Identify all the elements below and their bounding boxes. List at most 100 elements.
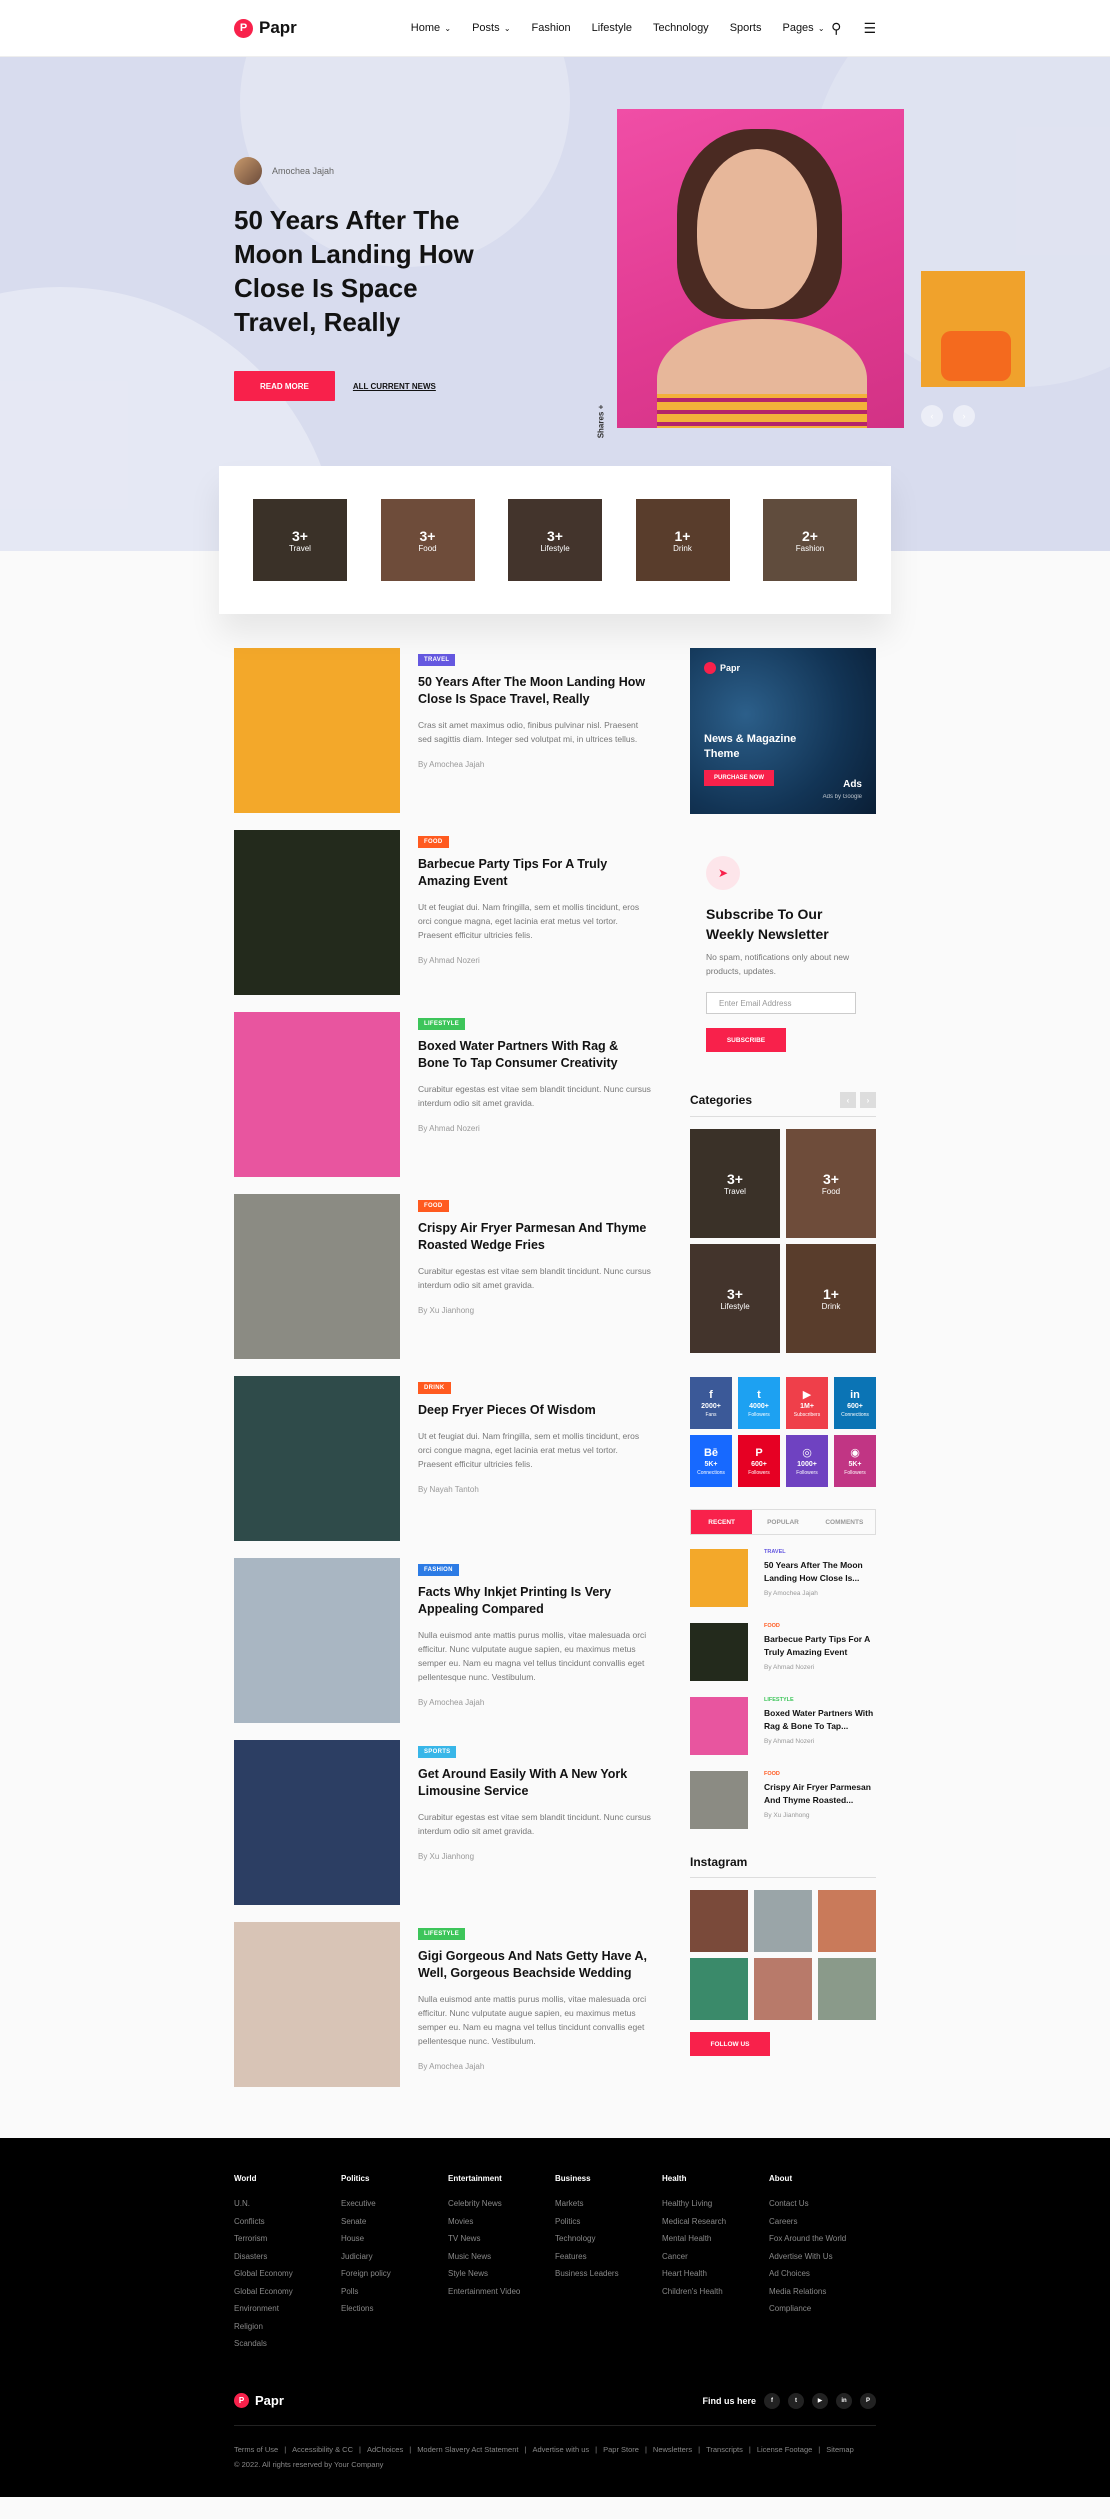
post-thumbnail[interactable] [234, 1376, 400, 1541]
social-counter[interactable]: ▶ 1M+ Subscribers [786, 1377, 828, 1429]
nav-item-sports[interactable]: Sports [730, 22, 762, 34]
slider-next-button[interactable]: › [953, 405, 975, 427]
footer-link[interactable]: Compliance [769, 2300, 876, 2318]
category-card-drink[interactable]: 1+ Drink [635, 499, 730, 581]
category-badge[interactable]: LIFESTYLE [418, 1018, 466, 1030]
tab-comments[interactable]: COMMENTS [814, 1510, 875, 1534]
footer-link[interactable]: Medical Research [662, 2213, 769, 2231]
slider-prev-button[interactable]: ‹ [921, 405, 943, 427]
instagram-photo[interactable] [754, 1958, 812, 2020]
sidebar-category-food[interactable]: 3+ Food [786, 1129, 876, 1238]
instagram-photo[interactable] [754, 1890, 812, 1952]
footer-link[interactable]: Foreign policy [341, 2265, 448, 2283]
instagram-photo[interactable] [690, 1890, 748, 1952]
footer-link[interactable]: Celebrity News [448, 2195, 555, 2213]
footer-bottom-link[interactable]: Newsletters [653, 2445, 692, 2454]
footer-link[interactable]: Movies [448, 2213, 555, 2231]
post-thumbnail[interactable] [234, 830, 400, 995]
footer-link[interactable]: Conflicts [234, 2213, 341, 2231]
email-field[interactable]: Enter Email Address [706, 992, 856, 1014]
post-title[interactable]: Get Around Easily With A New York Limous… [418, 1766, 652, 1800]
category-badge[interactable]: SPORTS [418, 1746, 457, 1758]
purchase-button[interactable]: PURCHASE NOW [704, 770, 775, 786]
social-counter[interactable]: t 4000+ Followers [738, 1377, 780, 1429]
footer-bottom-link[interactable]: Papr Store [603, 2445, 639, 2454]
post-thumbnail[interactable] [234, 1558, 400, 1723]
pinterest-icon[interactable]: P [860, 2392, 876, 2409]
post-title[interactable]: Gigi Gorgeous And Nats Getty Have A, Wel… [418, 1948, 652, 1982]
footer-bottom-link[interactable]: Transcripts [706, 2445, 743, 2454]
recent-author[interactable]: By Ahmad Nozeri [764, 1664, 876, 1671]
sidebar-category-travel[interactable]: 3+ Travel [690, 1129, 780, 1238]
footer-bottom-link[interactable]: Sitemap [826, 2445, 854, 2454]
footer-bottom-link[interactable]: AdChoices [367, 2445, 403, 2454]
menu-icon[interactable]: ☰ [863, 20, 876, 37]
footer-link[interactable]: U.N. [234, 2195, 341, 2213]
post-author[interactable]: By Amochea Jajah [418, 1698, 652, 1707]
footer-link[interactable]: Judiciary [341, 2248, 448, 2266]
category-badge[interactable]: DRINK [418, 1382, 451, 1394]
instagram-photo[interactable] [690, 1958, 748, 2020]
recent-thumbnail[interactable] [690, 1697, 748, 1755]
footer-link[interactable]: Technology [555, 2230, 662, 2248]
footer-link[interactable]: TV News [448, 2230, 555, 2248]
recent-author[interactable]: By Amochea Jajah [764, 1590, 876, 1597]
hero-title[interactable]: 50 Years After The Moon Landing How Clos… [234, 203, 494, 339]
category-badge[interactable]: LIFESTYLE [418, 1928, 466, 1940]
instagram-photo[interactable] [818, 1890, 876, 1952]
footer-link[interactable]: Fox Around the World [769, 2230, 876, 2248]
footer-link[interactable]: Global Economy [234, 2265, 341, 2283]
category-badge[interactable]: FASHION [418, 1564, 459, 1576]
post-author[interactable]: By Xu Jianhong [418, 1306, 652, 1315]
post-thumbnail[interactable] [234, 1012, 400, 1177]
category-badge[interactable]: FOOD [418, 836, 449, 848]
recent-title[interactable]: Crispy Air Fryer Parmesan And Thyme Roas… [764, 1781, 876, 1807]
linkedin-icon[interactable]: in [836, 2392, 852, 2409]
recent-category[interactable]: TRAVEL [764, 1549, 876, 1555]
recent-thumbnail[interactable] [690, 1771, 748, 1829]
ad-banner[interactable]: Papr News & Magazine Theme PURCHASE NOW … [690, 648, 876, 814]
category-badge[interactable]: FOOD [418, 1200, 449, 1212]
instagram-photo[interactable] [818, 1958, 876, 2020]
footer-bottom-link[interactable]: Accessibility & CC [292, 2445, 353, 2454]
category-card-lifestyle[interactable]: 3+ Lifestyle [508, 499, 602, 581]
footer-link[interactable]: Ad Choices [769, 2265, 876, 2283]
footer-link[interactable]: Features [555, 2248, 662, 2266]
social-counter[interactable]: in 600+ Connections [834, 1377, 876, 1429]
post-title[interactable]: Deep Fryer Pieces Of Wisdom [418, 1402, 652, 1419]
footer-link[interactable]: Terrorism [234, 2230, 341, 2248]
footer-link[interactable]: Media Relations [769, 2283, 876, 2301]
shares-toggle[interactable]: Shares + [596, 405, 605, 439]
footer-link[interactable]: Global Economy [234, 2283, 341, 2301]
footer-bottom-link[interactable]: Advertise with us [532, 2445, 589, 2454]
sidebar-category-lifestyle[interactable]: 3+ Lifestyle [690, 1244, 780, 1353]
post-author[interactable]: By Ahmad Nozeri [418, 1124, 652, 1133]
footer-bottom-link[interactable]: Modern Slavery Act Statement [417, 2445, 518, 2454]
all-news-link[interactable]: ALL CURRENT NEWS [353, 382, 436, 391]
footer-link[interactable]: Healthy Living [662, 2195, 769, 2213]
chevron-right-icon[interactable]: › [860, 1092, 876, 1108]
read-more-button[interactable]: READ MORE [234, 371, 335, 401]
footer-link[interactable]: Contact Us [769, 2195, 876, 2213]
hero-image[interactable] [617, 109, 904, 428]
footer-logo[interactable]: P Papr [234, 2393, 284, 2408]
nav-item-pages[interactable]: Pages ⌄ [782, 22, 824, 34]
social-counter[interactable]: ◉ 5K+ Followers [834, 1435, 876, 1487]
logo[interactable]: P Papr [234, 18, 297, 38]
footer-link[interactable]: Business Leaders [555, 2265, 662, 2283]
footer-link[interactable]: Advertise With Us [769, 2248, 876, 2266]
post-title[interactable]: Facts Why Inkjet Printing Is Very Appeal… [418, 1584, 652, 1618]
footer-link[interactable]: House [341, 2230, 448, 2248]
recent-author[interactable]: By Xu Jianhong [764, 1812, 876, 1819]
footer-link[interactable]: Children's Health [662, 2283, 769, 2301]
post-thumbnail[interactable] [234, 1740, 400, 1905]
post-title[interactable]: Crispy Air Fryer Parmesan And Thyme Roas… [418, 1220, 652, 1254]
post-thumbnail[interactable] [234, 1922, 400, 2087]
tab-popular[interactable]: POPULAR [752, 1510, 813, 1534]
hero-author[interactable]: Amochea Jajah [234, 157, 494, 185]
footer-link[interactable]: Senate [341, 2213, 448, 2231]
subscribe-button[interactable]: SUBSCRIBE [706, 1028, 786, 1052]
footer-link[interactable]: Disasters [234, 2248, 341, 2266]
nav-item-lifestyle[interactable]: Lifestyle [592, 22, 632, 34]
post-title[interactable]: 50 Years After The Moon Landing How Clos… [418, 674, 652, 708]
